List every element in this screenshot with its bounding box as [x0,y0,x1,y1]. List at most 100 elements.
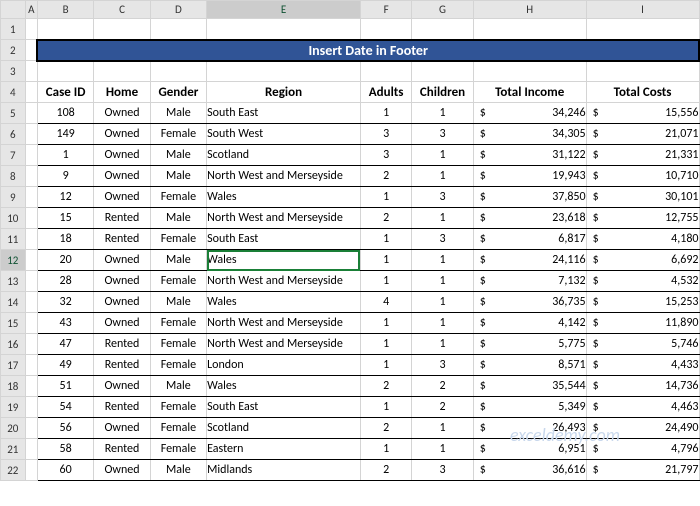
cell-home[interactable]: Owned [94,166,150,187]
row-header-21[interactable]: 21 [1,439,26,460]
cell-gender[interactable]: Female [150,355,206,376]
cell-case-id[interactable]: 18 [37,229,93,250]
cell-region[interactable]: North West and Merseyside [207,334,361,355]
cell-gender[interactable]: Female [150,124,206,145]
cell-gender[interactable]: Female [150,334,206,355]
cell-home[interactable]: Owned [94,271,150,292]
cell-total-income[interactable]: $5,775 [473,334,586,355]
cell-case-id[interactable]: 43 [37,313,93,334]
cell-total-costs[interactable]: $12,755 [586,208,699,229]
cell-region[interactable]: Wales [207,292,361,313]
col-header-E[interactable]: E [207,1,361,19]
cell-case-id[interactable]: 1 [37,145,93,166]
cell-total-income[interactable]: $34,246 [473,103,586,124]
cell-region[interactable]: South East [207,229,361,250]
row-header-15[interactable]: 15 [1,313,26,334]
cell-region[interactable]: South East [207,103,361,124]
row-header-18[interactable]: 18 [1,376,26,397]
cell-adults[interactable]: 1 [360,250,411,271]
cell-home[interactable]: Owned [94,376,150,397]
cell-total-costs[interactable]: $14,736 [586,376,699,397]
cell-total-costs[interactable]: $4,180 [586,229,699,250]
cell-case-id[interactable]: 149 [37,124,93,145]
cell-home[interactable]: Owned [94,103,150,124]
cell-region[interactable]: South West [207,124,361,145]
select-all-corner[interactable] [1,1,26,19]
cell-children[interactable]: 3 [412,124,474,145]
cell-adults[interactable]: 1 [360,397,411,418]
cell-children[interactable]: 2 [412,376,474,397]
cell-total-costs[interactable]: $15,253 [586,292,699,313]
row-header-12[interactable]: 12 [1,250,26,271]
cell-children[interactable]: 1 [412,271,474,292]
th-total-income[interactable]: Total Income [473,82,586,103]
cell-region[interactable]: Eastern [207,439,361,460]
cell-adults[interactable]: 2 [360,460,411,481]
cell-total-costs[interactable]: $5,746 [586,334,699,355]
row-header-14[interactable]: 14 [1,292,26,313]
th-total-costs[interactable]: Total Costs [586,82,699,103]
cell-gender[interactable]: Male [150,103,206,124]
th-home[interactable]: Home [94,82,150,103]
row-header-19[interactable]: 19 [1,397,26,418]
cell-adults[interactable]: 1 [360,229,411,250]
cell-home[interactable]: Owned [94,250,150,271]
cell-case-id[interactable]: 32 [37,292,93,313]
cell-region[interactable]: North West and Merseyside [207,313,361,334]
cell-children[interactable]: 1 [412,208,474,229]
cell-adults[interactable]: 1 [360,439,411,460]
cell-region[interactable]: Wales [207,376,361,397]
cell-total-costs[interactable]: $4,532 [586,271,699,292]
cell-total-income[interactable]: $36,616 [473,460,586,481]
cell-children[interactable]: 1 [412,145,474,166]
col-header-D[interactable]: D [150,1,206,19]
cell-children[interactable]: 1 [412,313,474,334]
cell-home[interactable]: Owned [94,145,150,166]
th-adults[interactable]: Adults [360,82,411,103]
cell-region[interactable]: North West and Merseyside [207,208,361,229]
cell-gender[interactable]: Male [150,292,206,313]
cell-home[interactable]: Owned [94,187,150,208]
row-header-3[interactable]: 3 [1,61,26,82]
cell-gender[interactable]: Female [150,397,206,418]
cell-adults[interactable]: 1 [360,271,411,292]
cell-gender[interactable]: Female [150,313,206,334]
cell-gender[interactable]: Male [150,460,206,481]
cell-total-income[interactable]: $24,116 [473,250,586,271]
cell-children[interactable]: 1 [412,439,474,460]
cell-total-costs[interactable]: $21,331 [586,145,699,166]
cell-children[interactable]: 2 [412,397,474,418]
row-header-8[interactable]: 8 [1,166,26,187]
col-header-I[interactable]: I [586,1,699,19]
row-header-20[interactable]: 20 [1,418,26,439]
cell-total-costs[interactable]: $21,797 [586,460,699,481]
cell-region[interactable]: London [207,355,361,376]
cell-adults[interactable]: 1 [360,313,411,334]
cell-total-costs[interactable]: $11,890 [586,313,699,334]
cell-home[interactable]: Owned [94,292,150,313]
cell-case-id[interactable]: 108 [37,103,93,124]
cell-home[interactable]: Owned [94,418,150,439]
cell-gender[interactable]: Male [150,208,206,229]
row-header-2[interactable]: 2 [1,40,26,61]
cell-total-income[interactable]: $8,571 [473,355,586,376]
cell-region[interactable]: Scotland [207,418,361,439]
cell-home[interactable]: Rented [94,208,150,229]
cell-adults[interactable]: 3 [360,145,411,166]
row-header-22[interactable]: 22 [1,460,26,481]
cell-children[interactable]: 3 [412,229,474,250]
col-header-F[interactable]: F [360,1,411,19]
cell-total-income[interactable]: $37,850 [473,187,586,208]
cell-home[interactable]: Rented [94,397,150,418]
cell-case-id[interactable]: 60 [37,460,93,481]
cell-case-id[interactable]: 28 [37,271,93,292]
row-header-6[interactable]: 6 [1,124,26,145]
cell-case-id[interactable]: 54 [37,397,93,418]
cell-adults[interactable]: 3 [360,124,411,145]
spreadsheet-grid[interactable]: A B C D E F G H I 1 2 Insert Date in Foo… [0,0,700,481]
cell-total-costs[interactable]: $15,556 [586,103,699,124]
row-header-13[interactable]: 13 [1,271,26,292]
cell-total-income[interactable]: $34,305 [473,124,586,145]
cell-gender[interactable]: Female [150,229,206,250]
cell-home[interactable]: Owned [94,313,150,334]
